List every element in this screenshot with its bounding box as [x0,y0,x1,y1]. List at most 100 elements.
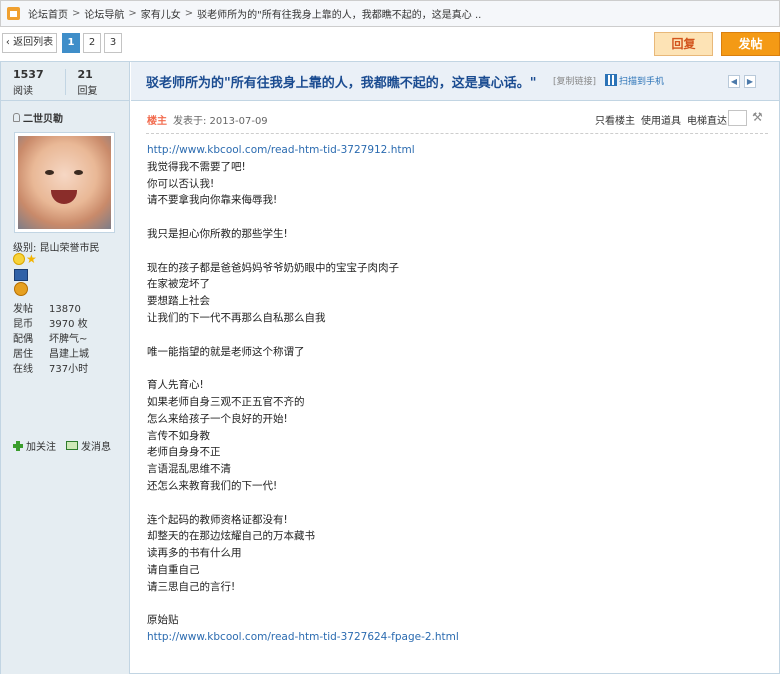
profile-row-spouse: 配偶 坏脾气~ [13,332,89,347]
page-3-button[interactable]: 3 [104,33,122,53]
send-message-label: 发消息 [81,442,111,453]
post-line: 在家被宠坏了 [147,278,210,291]
pager-row: ‹ 返回列表 1 2 3 回复 发帖 [0,31,780,57]
chevron-right-icon: > [72,8,81,19]
profile-row-posts: 发帖 13870 [13,302,89,317]
profile-row-online: 在线 737小时 [13,362,89,377]
next-thread-button[interactable]: ▶ [744,75,756,88]
post-line: 老师自身身不正 [147,446,221,459]
avatar-eye [74,170,83,175]
post-line: 原始贴 [147,614,179,627]
profile-key: 居住 [13,349,33,360]
replies-stat: 21 回复 [65,68,129,100]
avatar-mouth [51,190,77,204]
copy-link-button[interactable]: [复制链接] [553,74,596,87]
post-line: 却整天的在那边炫耀自己的万本藏书 [147,530,315,543]
views-stat: 1537 阅读 [1,68,65,100]
user-icon [13,113,20,122]
author-actions: 加关注 发消息 [13,438,121,453]
post-link[interactable]: http://www.kbcool.com/read-htm-tid-37276… [147,629,747,646]
replies-count: 21 [77,68,93,81]
qr-code-icon[interactable] [605,74,617,86]
page-1-button[interactable]: 1 [62,33,80,53]
medal-icon [14,269,28,297]
post-line: 唯一能指望的就是老师这个称谓了 [147,345,305,358]
views-label: 阅读 [13,86,33,97]
breadcrumb-forum-home[interactable]: 论坛首页 [28,6,68,21]
post-line: 请三思自己的言行! [147,580,236,593]
profile-row-coins: 昆币 3970 枚 [13,317,89,332]
reply-button[interactable]: 回复 [654,32,713,56]
post-line: 连个起码的教师资格证都没有! [147,513,288,526]
post-line: 怎么来给孩子一个良好的开始! [147,412,288,425]
send-message-button[interactable]: 发消息 [66,438,111,453]
follow-button[interactable]: 加关注 [13,438,56,453]
star-icon: ★ [26,252,37,266]
post-line: 你可以否认我! [147,177,215,190]
author-sidebar: 1537 阅读 21 回复 二世贝勒 级别: 昆山荣誉市民 ★ 发帖 13870… [1,62,130,674]
back-to-list-button[interactable]: ‹ 返回列表 [2,33,57,53]
post-body: http://www.kbcool.com/read-htm-tid-37279… [147,142,747,646]
profile-key: 昆币 [13,319,33,330]
post-line: 现在的孩子都是爸爸妈妈爷爷奶奶眼中的宝宝子肉肉子 [147,261,399,274]
post-line [147,209,747,226]
only-op-link[interactable]: 只看楼主 [595,112,635,127]
thread-container: 1537 阅读 21 回复 二世贝勒 级别: 昆山荣誉市民 ★ 发帖 13870… [0,61,780,674]
avatar-eye [45,170,54,175]
profile-value: 737小时 [49,364,89,375]
floor-jump-label: 电梯直达 [687,116,727,127]
breadcrumb-board[interactable]: 家有儿女 [141,6,181,21]
author-name[interactable]: 二世贝勒 [23,110,63,125]
medal-disc [14,282,28,296]
scan-to-phone-link[interactable]: 扫描到手机 [619,74,664,87]
post-link[interactable]: http://www.kbcool.com/read-htm-tid-37279… [147,142,747,159]
post-line: 让我们的下一代不再那么自私那么自我 [147,311,326,324]
smile-icon [13,253,25,265]
profile-value: 3970 枚 [49,319,88,330]
level-icons: ★ [13,253,38,265]
home-icon[interactable] [7,7,20,20]
chevron-right-icon: > [184,8,194,19]
breadcrumb-forum-nav[interactable]: 论坛导航 [84,6,124,21]
medal-ribbon [14,269,28,281]
avatar[interactable] [14,132,115,233]
post-line [147,596,747,613]
post-line: 我只是担心你所教的那些学生! [147,227,288,240]
post-header: 楼主 发表于: 2013-07-09 只看楼主 使用道具 电梯直达 ⚒ [131,102,779,132]
breadcrumb: 论坛首页 > 论坛导航 > 家有儿女 > 驳老师所为的"所有往我身上靠的人，我都… [0,0,780,27]
op-badge: 楼主 [147,116,167,127]
profile-key: 发帖 [13,304,33,315]
post-line: 要想踏上社会 [147,295,210,308]
post-line: 还怎么来教育我们的下一代! [147,479,278,492]
chevron-right-icon: > [128,8,137,19]
page-2-button[interactable]: 2 [83,33,101,53]
avatar-image [18,136,111,229]
floor-jump-input[interactable] [728,110,747,126]
post-line: 言语混乱思维不清 [147,463,231,476]
post-line: 请不要拿我向你靠来侮辱我! [147,194,278,207]
new-post-button[interactable]: 发帖 [721,32,780,56]
thread-stats: 1537 阅读 21 回复 [1,62,129,101]
replies-label: 回复 [77,86,98,97]
profile-key: 配偶 [13,334,33,345]
plus-icon [13,440,23,451]
author-profile: 发帖 13870 昆币 3970 枚 配偶 坏脾气~ 居住 昌建上城 在线 73… [13,302,89,377]
post-line [147,243,747,260]
post-line: 育人先育心! [147,379,204,392]
follow-label: 加关注 [26,442,56,453]
breadcrumb-current: 驳老师所为的"所有往我身上靠的人，我都瞧不起的，这是真心 .. [197,10,482,21]
use-tool-link[interactable]: 使用道具 [641,112,681,127]
author-name-row: 二世贝勒 [13,110,63,125]
views-count: 1537 [13,68,44,81]
profile-value: 坏脾气~ [49,334,88,345]
back-to-list-label: 返回列表 [13,37,54,48]
post-line: 读再多的书有什么用 [147,547,242,560]
post-line [147,495,747,512]
message-icon [66,441,78,450]
previous-thread-button[interactable]: ◀ [728,75,740,88]
thread-title: 驳老师所为的"所有往我身上靠的人，我都瞧不起的，这是真心话。" [146,76,537,91]
profile-value: 昌建上城 [49,349,89,360]
post-divider [146,133,768,134]
wrench-icon[interactable]: ⚒ [752,111,764,124]
profile-key: 在线 [13,364,33,375]
